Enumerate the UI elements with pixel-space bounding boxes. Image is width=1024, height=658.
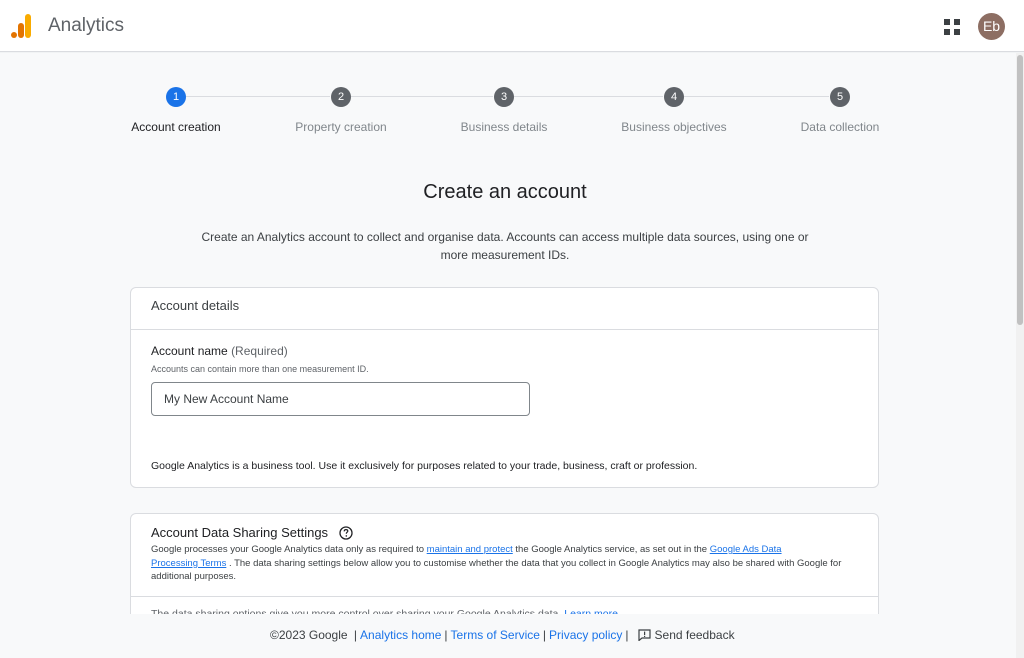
data-sharing-title: Account Data Sharing Settings — [151, 525, 329, 540]
terms-of-service-link[interactable]: Terms of Service — [451, 628, 540, 642]
account-avatar[interactable]: Eb — [978, 13, 1005, 40]
app-title: Analytics — [48, 15, 125, 36]
step-5-label[interactable]: Data collection — [760, 120, 920, 134]
data-sharing-description: Google processes your Google Analytics d… — [151, 543, 866, 584]
card-divider — [131, 596, 878, 597]
account-details-header: Account details — [131, 288, 878, 330]
page-footer: ©2023 Google | Analytics home | Terms of Se… — [0, 614, 1016, 658]
analytics-home-link[interactable]: Analytics home — [360, 628, 441, 642]
ads-data-processing-terms-link-cont[interactable]: Processing Terms — [151, 558, 226, 569]
analytics-logo-icon[interactable] — [10, 13, 34, 39]
footer-separator: | — [353, 628, 358, 642]
stepper-connector — [351, 96, 493, 97]
stepper-connector — [684, 96, 829, 97]
business-tool-note: Google Analytics is a business tool. Use… — [151, 460, 698, 472]
account-name-hint: Accounts can contain more than one measu… — [151, 364, 369, 374]
apps-grid-icon[interactable] — [944, 19, 960, 35]
send-feedback-label: Send feedback — [654, 628, 735, 642]
data-sharing-desc-part1: Google processes your Google Analytics d… — [151, 544, 427, 555]
footer-separator: | — [625, 628, 629, 642]
required-marker: (Required) — [231, 344, 288, 358]
stepper-connector — [514, 96, 663, 97]
page-description: Create an Analytics account to collect a… — [180, 228, 830, 264]
page-title: Create an account — [423, 181, 587, 203]
privacy-policy-link[interactable]: Privacy policy — [549, 628, 622, 642]
step-4-label[interactable]: Business objectives — [594, 120, 754, 134]
data-sharing-desc-part3: . The data sharing settings below allow … — [151, 557, 842, 583]
account-details-card: Account details Account name (Required) … — [130, 287, 879, 488]
step-1-label[interactable]: Account creation — [96, 120, 256, 134]
scrollbar-thumb[interactable] — [1017, 55, 1023, 325]
step-3-label[interactable]: Business details — [424, 120, 584, 134]
page-description-line2: more measurement IDs. — [440, 248, 570, 262]
account-name-input[interactable] — [151, 382, 530, 416]
stepper-connector — [186, 96, 330, 97]
copyright-text: ©2023 Google — [270, 628, 348, 642]
data-sharing-desc-part2: the Google Analytics service, as set out… — [512, 544, 710, 555]
step-3-indicator[interactable]: 3 — [494, 87, 514, 107]
footer-separator: | — [542, 628, 547, 642]
account-name-label-text: Account name — [151, 344, 228, 358]
step-1-indicator[interactable]: 1 — [166, 87, 186, 107]
help-circle-icon[interactable] — [339, 526, 353, 540]
step-4-indicator[interactable]: 4 — [664, 87, 684, 107]
footer-separator: | — [444, 628, 448, 642]
main-content: 1 2 3 4 5 Account creation Property crea… — [0, 53, 1016, 658]
page-description-line1: Create an Analytics account to collect a… — [201, 230, 809, 244]
account-name-label: Account name (Required) — [151, 344, 288, 358]
step-5-indicator[interactable]: 5 — [830, 87, 850, 107]
step-2-indicator[interactable]: 2 — [331, 87, 351, 107]
top-app-bar: Analytics Eb — [0, 0, 1024, 52]
vertical-scrollbar[interactable] — [1016, 53, 1024, 658]
maintain-protect-link[interactable]: maintain and protect — [427, 544, 513, 555]
send-feedback-button[interactable]: Send feedback — [632, 628, 735, 642]
ads-data-processing-terms-link[interactable]: Google Ads Data — [710, 544, 782, 555]
step-2-label[interactable]: Property creation — [261, 120, 421, 134]
footer-links: ©2023 Google | Analytics home | Terms of Se… — [270, 628, 735, 642]
feedback-icon — [637, 629, 651, 641]
